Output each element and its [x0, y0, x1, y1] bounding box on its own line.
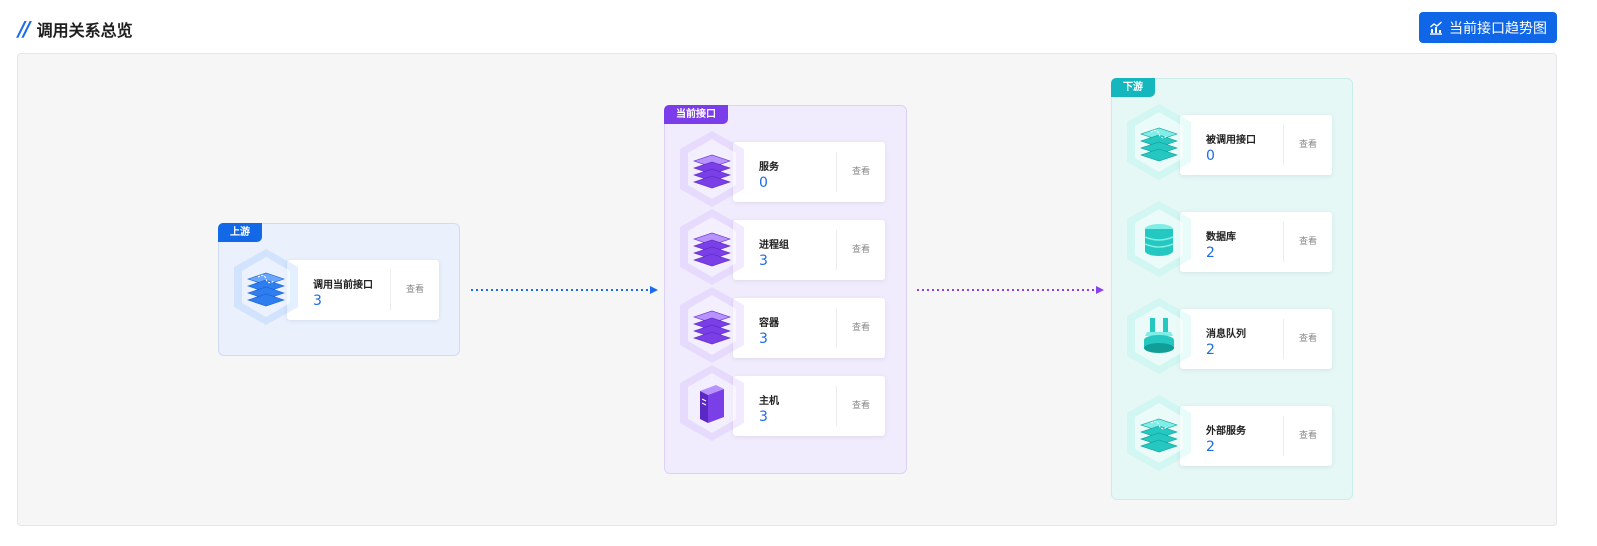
- chart-trend-icon: [1430, 21, 1442, 35]
- current-card-count: 3: [759, 253, 768, 269]
- current-card[interactable]: 容器 3 查看: [733, 298, 885, 358]
- downstream-card-count: 2: [1206, 245, 1215, 261]
- database-icon: [1123, 199, 1195, 279]
- downstream-card[interactable]: 被调用接口 0 查看: [1180, 115, 1332, 175]
- container-icon: [676, 285, 748, 365]
- current-card-name: 容器: [759, 318, 779, 329]
- downstream-tag: 下游: [1111, 78, 1155, 97]
- called-interface-icon: [1123, 102, 1195, 182]
- current-card-count: 0: [759, 175, 768, 191]
- page-header: // 调用关系总览: [18, 14, 133, 44]
- external-service-icon: [1123, 393, 1195, 473]
- title-decoration-icon: //: [18, 17, 31, 41]
- downstream-card-name: 消息队列: [1206, 329, 1246, 340]
- interface-stack-icon: [230, 247, 302, 327]
- current-card-count: 3: [759, 409, 768, 425]
- downstream-card-name: 数据库: [1206, 232, 1236, 243]
- message-queue-icon: [1123, 296, 1195, 376]
- current-view-link[interactable]: 查看: [837, 376, 885, 436]
- trend-chart-button[interactable]: 当前接口趋势图: [1419, 12, 1557, 43]
- trend-chart-label: 当前接口趋势图: [1449, 20, 1547, 37]
- downstream-view-link[interactable]: 查看: [1284, 309, 1332, 369]
- downstream-card-count: 2: [1206, 439, 1215, 455]
- downstream-card[interactable]: 外部服务 2 查看: [1180, 406, 1332, 466]
- downstream-card[interactable]: 消息队列 2 查看: [1180, 309, 1332, 369]
- upstream-card[interactable]: 调用当前接口 3 查看: [287, 260, 439, 320]
- downstream-view-link[interactable]: 查看: [1284, 406, 1332, 466]
- downstream-card-name: 被调用接口: [1206, 135, 1256, 146]
- current-to-downstream-arrow: [917, 286, 1104, 294]
- upstream-to-current-arrow: [471, 286, 658, 294]
- current-card-count: 3: [759, 331, 768, 347]
- host-icon: [676, 363, 748, 443]
- current-card[interactable]: 服务 0 查看: [733, 142, 885, 202]
- current-card-name: 服务: [759, 162, 779, 173]
- upstream-tag: 上游: [218, 223, 262, 242]
- upstream-card-name: 调用当前接口: [313, 280, 373, 291]
- current-tag: 当前接口: [664, 105, 728, 124]
- current-view-link[interactable]: 查看: [837, 142, 885, 202]
- page-title: 调用关系总览: [36, 21, 133, 40]
- process-group-icon: [676, 207, 748, 287]
- downstream-card-name: 外部服务: [1206, 426, 1246, 437]
- downstream-card-count: 2: [1206, 342, 1215, 358]
- current-view-link[interactable]: 查看: [837, 220, 885, 280]
- upstream-view-link[interactable]: 查看: [391, 260, 439, 320]
- downstream-card[interactable]: 数据库 2 查看: [1180, 212, 1332, 272]
- downstream-view-link[interactable]: 查看: [1284, 212, 1332, 272]
- current-card[interactable]: 进程组 3 查看: [733, 220, 885, 280]
- downstream-card-count: 0: [1206, 148, 1215, 164]
- current-card-name: 进程组: [759, 240, 789, 251]
- current-card-name: 主机: [759, 396, 779, 407]
- current-view-link[interactable]: 查看: [837, 298, 885, 358]
- upstream-card-count: 3: [313, 293, 322, 309]
- server-stack-icon: [676, 129, 748, 209]
- current-card[interactable]: 主机 3 查看: [733, 376, 885, 436]
- downstream-view-link[interactable]: 查看: [1284, 115, 1332, 175]
